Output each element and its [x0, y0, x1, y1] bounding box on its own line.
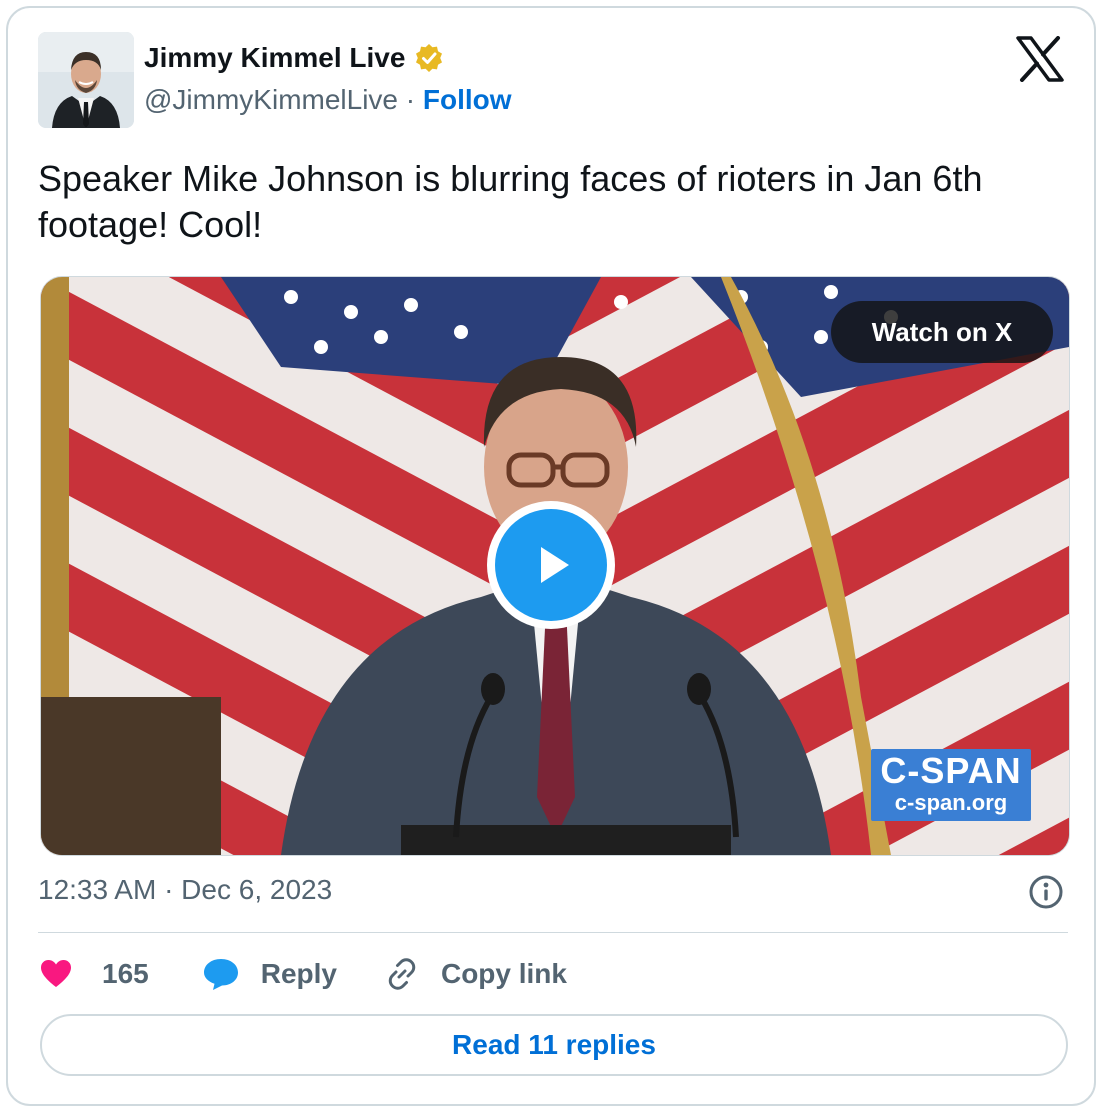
- video-player[interactable]: Watch on X C-SPAN c-span.org: [40, 276, 1070, 856]
- tweet-text: Speaker Mike Johnson is blurring faces o…: [38, 158, 983, 245]
- actions-row: 165 Reply Copy link: [38, 952, 567, 996]
- avatar-image: [38, 32, 134, 128]
- author-handle[interactable]: @JimmyKimmelLive: [144, 84, 398, 115]
- cspan-url-text: c-span.org: [894, 790, 1008, 815]
- author-handle-row: @JimmyKimmelLive · Follow: [144, 84, 512, 116]
- play-icon: [495, 509, 607, 621]
- copy-link-label: Copy link: [440, 958, 567, 989]
- verified-badge-icon: [413, 42, 445, 74]
- copy-link-button[interactable]: Copy link: [383, 955, 567, 993]
- x-logo-icon[interactable]: [1016, 36, 1064, 82]
- like-count: 165: [102, 958, 149, 989]
- speech-bubble-icon: [201, 956, 241, 992]
- author-name[interactable]: Jimmy Kimmel Live: [144, 42, 405, 74]
- reply-button[interactable]: Reply: [201, 956, 337, 992]
- follow-link[interactable]: Follow: [423, 84, 512, 115]
- handle-separator: ·: [405, 84, 416, 115]
- author-name-row: Jimmy Kimmel Live: [144, 42, 445, 74]
- avatar[interactable]: [38, 32, 134, 128]
- like-button[interactable]: 165: [38, 956, 149, 992]
- play-button[interactable]: [487, 501, 615, 629]
- cspan-logo-text: C-SPAN: [880, 750, 1022, 791]
- info-icon[interactable]: [1028, 874, 1064, 910]
- read-replies-button[interactable]: Read 11 replies: [40, 1014, 1068, 1076]
- reply-label: Reply: [260, 958, 337, 989]
- link-icon: [383, 955, 421, 993]
- heart-icon: [38, 956, 74, 992]
- tweet-card: Jimmy Kimmel Live @JimmyKimmelLive · Fol…: [6, 6, 1096, 1106]
- divider: [38, 932, 1068, 933]
- cspan-watermark: C-SPAN c-span.org: [871, 749, 1031, 821]
- tweet-timestamp[interactable]: 12:33 AM · Dec 6, 2023: [38, 874, 332, 906]
- watch-on-x-button[interactable]: Watch on X: [831, 301, 1053, 363]
